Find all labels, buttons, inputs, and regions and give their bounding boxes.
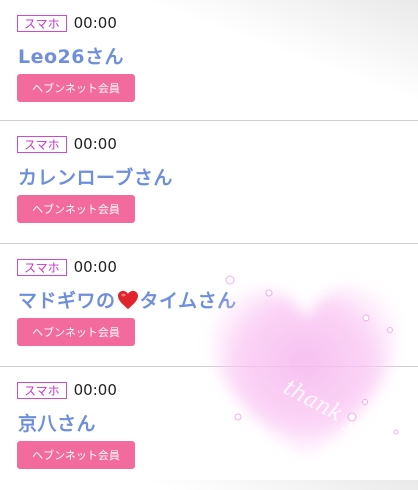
heaven-net-member-button[interactable]: ヘブンネット会員 (17, 195, 135, 223)
entry-meta: スマホ 00:00 (17, 381, 117, 399)
heaven-net-member-button[interactable]: ヘブンネット会員 (17, 74, 135, 102)
entry-meta: スマホ 00:00 (17, 258, 117, 276)
heaven-net-member-button[interactable]: ヘブンネット会員 (17, 441, 135, 469)
visitor-list: スマホ 00:00 Leo26さん ヘブンネット会員 スマホ 00:00 カレン… (0, 0, 418, 490)
entry-meta: スマホ 00:00 (17, 135, 117, 153)
visitor-name[interactable]: マドギワの タイムさん (18, 286, 237, 313)
list-item: スマホ 00:00 カレンローブさん ヘブンネット会員 (0, 121, 418, 244)
list-item: スマホ 00:00 マドギワの タイムさん ヘブンネット会員 (0, 244, 418, 367)
device-badge: スマホ (17, 135, 67, 153)
device-badge: スマホ (17, 381, 67, 399)
visitor-name-part: マドギワの (18, 290, 116, 312)
visitor-name[interactable]: カレンローブさん (18, 163, 173, 190)
red-heart-icon (117, 290, 138, 310)
visit-time: 00:00 (73, 258, 117, 276)
device-badge: スマホ (17, 14, 67, 32)
visitor-name-part: タイムさん (139, 290, 237, 312)
visit-time: 00:00 (73, 14, 117, 32)
entry-meta: スマホ 00:00 (17, 14, 117, 32)
visit-time: 00:00 (73, 381, 117, 399)
visitor-name[interactable]: Leo26さん (18, 42, 124, 69)
visitor-name[interactable]: 京八さん (18, 409, 96, 436)
device-badge: スマホ (17, 258, 67, 276)
list-item: スマホ 00:00 京八さん ヘブンネット会員 (0, 367, 418, 490)
visit-time: 00:00 (73, 135, 117, 153)
list-item: スマホ 00:00 Leo26さん ヘブンネット会員 (0, 0, 418, 121)
heaven-net-member-button[interactable]: ヘブンネット会員 (17, 318, 135, 346)
